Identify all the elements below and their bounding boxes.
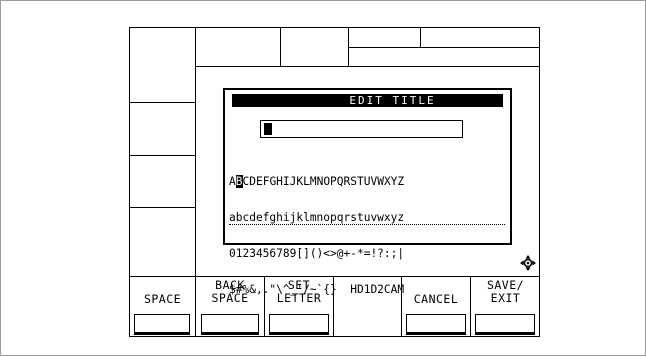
text-cursor <box>264 123 272 135</box>
charset-row-uppercase[interactable]: ABCDEFGHIJKLMNOPQRSTUVWXYZ <box>229 175 505 188</box>
left-row-line-3 <box>129 207 196 208</box>
four-way-move-icon <box>520 255 536 271</box>
header-divider-1 <box>280 27 281 67</box>
set-letter-label: SET LETTER <box>265 279 333 305</box>
selected-char[interactable]: B <box>235 175 243 188</box>
save-exit-label-line2: EXIT <box>490 291 521 305</box>
set-letter-button[interactable] <box>269 314 329 335</box>
softkey-divider-1 <box>195 276 196 337</box>
title-input[interactable] <box>260 120 463 138</box>
uppercase-chars[interactable]: CDEFGHIJKLMNOPQRSTUVWXYZ <box>243 175 405 188</box>
dialog-title: EDIT TITLE <box>232 94 503 107</box>
backspace-button[interactable] <box>201 314 259 335</box>
set-letter-label-line2: LETTER <box>276 291 322 305</box>
charset-row-lowercase[interactable]: abcdefghijklmnopqrstuvwxyz <box>229 212 505 224</box>
charset-row-digits-symbols[interactable]: 0123456789[]()<>@+-*=!?:;| <box>229 248 505 260</box>
backspace-label: BACK SPACE <box>197 279 263 305</box>
save-exit-label: SAVE/ EXIT <box>471 279 540 305</box>
char-a[interactable]: A <box>229 175 236 188</box>
left-row-line-2 <box>129 155 196 156</box>
header-line-mid <box>348 47 540 48</box>
left-row-line-1 <box>129 102 196 103</box>
cancel-label: CANCEL <box>413 292 459 306</box>
cancel-button[interactable] <box>406 314 466 335</box>
left-column-divider <box>195 27 196 277</box>
space-label: SPACE <box>143 292 182 306</box>
space-button[interactable] <box>134 314 190 335</box>
header-line-bottom <box>195 66 540 67</box>
header-divider-3 <box>420 27 421 47</box>
dialog-bottom-dotted-line <box>229 224 505 225</box>
edit-title-dialog: EDIT TITLE ABCDEFGHIJKLMNOPQRSTUVWXYZ ab… <box>223 88 512 296</box>
save-exit-button[interactable] <box>475 314 535 335</box>
backspace-label-line2: SPACE <box>211 291 249 305</box>
